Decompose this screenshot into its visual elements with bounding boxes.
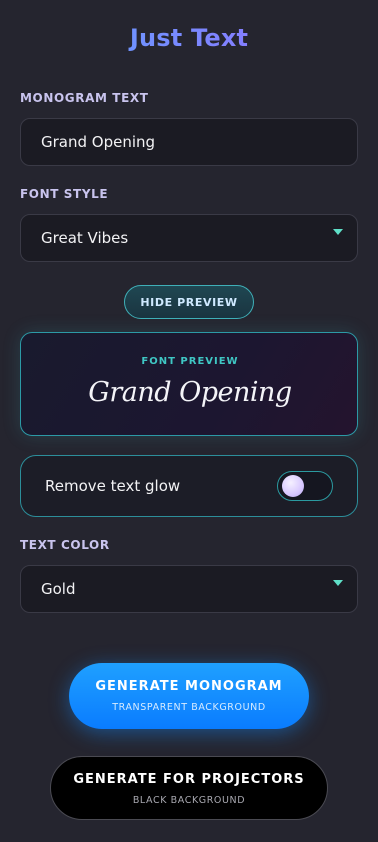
generate-projectors-button[interactable]: GENERATE FOR PROJECTORS BLACK BACKGROUND xyxy=(50,756,328,820)
generate-monogram-label: GENERATE MONOGRAM xyxy=(95,679,283,694)
generate-projectors-sublabel: BLACK BACKGROUND xyxy=(132,795,246,806)
font-style-select[interactable]: Great Vibes xyxy=(20,214,358,262)
font-preview-heading: FONT PREVIEW xyxy=(141,356,239,367)
generate-projectors-label: GENERATE FOR PROJECTORS xyxy=(73,772,305,787)
font-style-value: Great Vibes xyxy=(41,229,129,247)
font-style-label: FONT STYLE xyxy=(20,187,109,201)
caret-down-icon xyxy=(333,580,343,586)
font-preview-text: Grand Opening xyxy=(88,377,292,408)
monogram-text-value: Grand Opening xyxy=(41,133,156,151)
remove-glow-switch[interactable] xyxy=(277,471,333,501)
remove-glow-label: Remove text glow xyxy=(45,477,181,495)
text-color-select[interactable]: Gold xyxy=(20,565,358,613)
generate-monogram-sublabel: TRANSPARENT BACKGROUND xyxy=(112,702,266,713)
font-preview-card: FONT PREVIEW Grand Opening xyxy=(20,332,358,436)
text-color-value: Gold xyxy=(41,580,76,598)
app-title: Just Text xyxy=(0,24,378,52)
hide-preview-label: HIDE PREVIEW xyxy=(140,295,238,309)
switch-knob xyxy=(282,475,304,497)
remove-glow-row[interactable]: Remove text glow xyxy=(20,455,358,517)
caret-down-icon xyxy=(333,229,343,235)
text-color-label: TEXT COLOR xyxy=(20,538,110,552)
monogram-text-input[interactable]: Grand Opening xyxy=(20,118,358,166)
monogram-text-label: MONOGRAM TEXT xyxy=(20,91,149,105)
generate-monogram-button[interactable]: GENERATE MONOGRAM TRANSPARENT BACKGROUND xyxy=(69,663,309,729)
hide-preview-button[interactable]: HIDE PREVIEW xyxy=(124,285,254,319)
